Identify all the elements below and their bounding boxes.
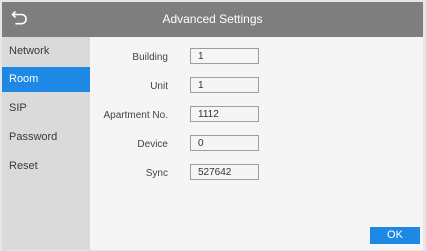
sidebar: Network Room SIP Password Reset <box>2 37 90 250</box>
sync-label: Sync <box>145 168 168 179</box>
ok-button[interactable]: OK <box>370 227 420 244</box>
title-bar: Advanced Settings <box>2 2 423 37</box>
sidebar-item-room[interactable]: Room <box>2 67 90 92</box>
sidebar-item-network[interactable]: Network <box>2 39 90 64</box>
building-field[interactable] <box>190 48 259 64</box>
device-field[interactable] <box>190 135 259 151</box>
sidebar-item-reset[interactable]: Reset <box>2 154 90 179</box>
device-label: Device <box>137 139 168 150</box>
back-arrow-icon <box>11 8 29 31</box>
device-frame: Advanced Settings Network Room SIP Passw… <box>0 0 426 251</box>
page-title: Advanced Settings <box>162 12 263 26</box>
sidebar-item-password[interactable]: Password <box>2 125 90 150</box>
apartment-no-field[interactable] <box>190 106 259 122</box>
unit-field[interactable] <box>190 77 259 93</box>
apartment-no-label: Apartment No. <box>103 110 168 121</box>
unit-label: Unit <box>150 81 168 92</box>
back-button[interactable] <box>5 5 35 34</box>
building-label: Building <box>132 52 168 63</box>
sync-field[interactable] <box>190 164 259 180</box>
sidebar-item-sip[interactable]: SIP <box>2 96 90 121</box>
settings-screen: Advanced Settings Network Room SIP Passw… <box>2 2 423 250</box>
